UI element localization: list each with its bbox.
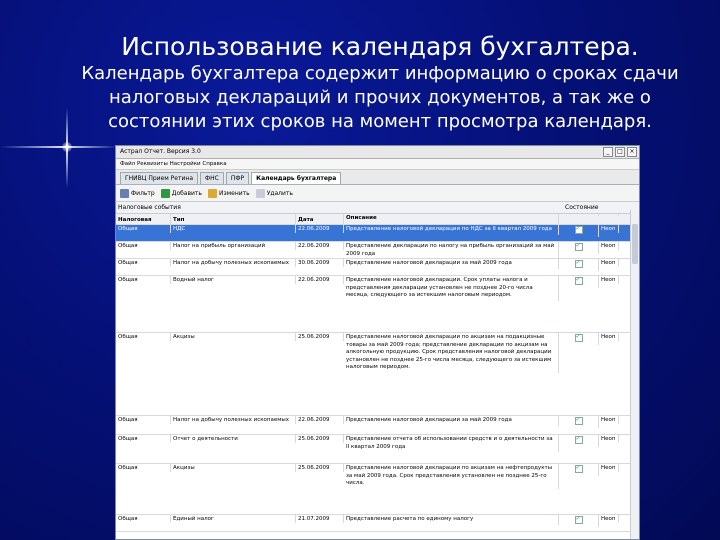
add-button[interactable]: Добавить: [160, 188, 202, 198]
plus-icon: [160, 188, 170, 198]
table-header: Налоговая Тип Дата Описание: [116, 214, 639, 225]
column-header[interactable]: Дата: [296, 214, 344, 224]
window-title: Астрал Отчет. Версия 3.0: [120, 148, 201, 155]
sparkle-line-horizontal: [0, 146, 118, 148]
menu-bar[interactable]: Файл Реквизиты Настройки Справка: [116, 159, 639, 170]
tab-fns[interactable]: ФНС: [200, 172, 224, 184]
slide-title: Использование календаря бухгалтера.: [121, 32, 639, 61]
filter-icon: [120, 188, 129, 198]
status-checkbox[interactable]: [574, 515, 583, 524]
document-icon: [255, 188, 265, 198]
table-row[interactable]: Общая Акцизы 25.06.2009 Представление на…: [116, 464, 639, 515]
column-header[interactable]: Описание: [344, 214, 559, 224]
table-row[interactable]: Общая Налог на добычу полезных ископаемы…: [116, 416, 639, 435]
calendar-table: Налоговая Тип Дата Описание Общая НДС 22…: [116, 214, 639, 532]
table-row[interactable]: Общая Водный налог 22.06.2009 Представле…: [116, 276, 639, 333]
edit-button[interactable]: Изменить: [207, 188, 250, 198]
column-header[interactable]: [599, 214, 619, 216]
status-checkbox[interactable]: [574, 242, 583, 251]
slide-subtitle: Календарь бухгалтера содержит информацию…: [81, 63, 679, 132]
status-checkbox[interactable]: [574, 435, 583, 444]
app-window: Астрал Отчет. Версия 3.0 _ □ × Файл Рекв…: [115, 145, 640, 540]
section-header: Налоговые события Состояние: [116, 202, 639, 214]
status-checkbox[interactable]: [574, 276, 583, 285]
tab-gnivc[interactable]: ГНИВЦ Прием Ретина: [120, 172, 198, 184]
maximize-button[interactable]: □: [615, 147, 625, 157]
window-titlebar: Астрал Отчет. Версия 3.0 _ □ ×: [116, 146, 639, 159]
table-row[interactable]: Общая Отчет о деятельности 25.06.2009 Пр…: [116, 435, 639, 464]
tab-calendar[interactable]: Календарь бухгалтера: [251, 172, 342, 184]
scroll-thumb[interactable]: [632, 224, 638, 264]
window-controls: _ □ ×: [603, 147, 637, 157]
toolbar: Фильтр Добавить Изменить Удалить: [116, 185, 639, 202]
edit-icon: [207, 188, 217, 198]
column-header[interactable]: Тип: [171, 214, 296, 224]
filter-button[interactable]: Фильтр: [120, 188, 155, 198]
status-checkbox[interactable]: [574, 464, 583, 473]
delete-button[interactable]: Удалить: [255, 188, 293, 198]
table-row[interactable]: Общая НДС 22.06.2009 Представление налог…: [116, 225, 639, 242]
table-row[interactable]: Общая Налог на прибыль организаций 22.06…: [116, 242, 639, 259]
table-row[interactable]: Общая Единый налог 21.07.2009 Представле…: [116, 515, 639, 532]
table-row[interactable]: Общая Акцизы 25.06.2009 Представление на…: [116, 333, 639, 416]
section-status-label: Состояние: [565, 204, 599, 211]
section-events-label: Налоговые события: [118, 204, 181, 211]
table-row[interactable]: Общая Налог на добычу полезных ископаемы…: [116, 259, 639, 276]
sparkle-star: [62, 142, 72, 152]
tab-pfr[interactable]: ПФР: [225, 172, 250, 184]
status-checkbox[interactable]: [574, 259, 583, 268]
column-header[interactable]: [559, 214, 599, 216]
close-button[interactable]: ×: [627, 147, 637, 157]
vertical-scrollbar[interactable]: [630, 210, 639, 539]
status-checkbox[interactable]: [574, 225, 583, 234]
column-header[interactable]: Налоговая: [116, 214, 171, 224]
status-checkbox[interactable]: [574, 333, 583, 342]
status-checkbox[interactable]: [574, 416, 583, 425]
minimize-button[interactable]: _: [603, 147, 613, 157]
tab-bar: ГНИВЦ Прием Ретина ФНС ПФР Календарь бух…: [116, 170, 639, 185]
